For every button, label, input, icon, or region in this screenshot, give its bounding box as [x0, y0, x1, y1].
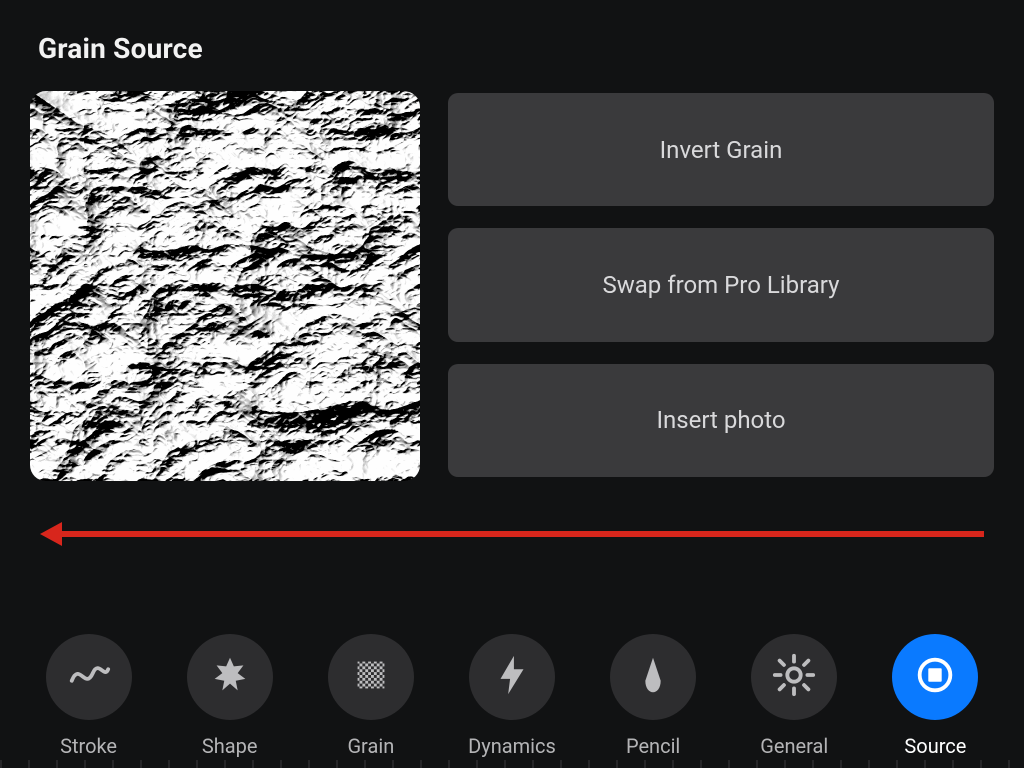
tab-label: Source [904, 734, 966, 758]
tab-source[interactable]: Source [880, 634, 990, 758]
tab-label: General [760, 734, 828, 758]
source-icon [912, 652, 958, 702]
tab-label: Shape [202, 734, 258, 758]
pencil-tip-icon [630, 652, 676, 702]
invert-grain-button[interactable]: Invert Grain [448, 93, 994, 206]
tab-label: Grain [347, 734, 394, 758]
tab-dynamics[interactable]: Dynamics [457, 634, 567, 758]
gear-icon [771, 652, 817, 702]
dynamics-icon [489, 652, 535, 702]
tab-label: Dynamics [468, 734, 556, 758]
tab-pencil[interactable]: Pencil [598, 634, 708, 758]
section-title: Grain Source [38, 32, 994, 65]
brush-studio-tab-bar: Stroke Shape [0, 634, 1024, 758]
tab-label: Pencil [626, 734, 680, 758]
insert-photo-button[interactable]: Insert photo [448, 364, 994, 477]
bottom-ruler [0, 760, 1024, 768]
tab-stroke[interactable]: Stroke [34, 634, 144, 758]
grain-preview-image[interactable] [30, 91, 420, 481]
grain-actions: Invert Grain Swap from Pro Library Inser… [448, 91, 994, 481]
tab-general[interactable]: General [739, 634, 849, 758]
annotation-arrow [40, 522, 984, 546]
tab-shape[interactable]: Shape [175, 634, 285, 758]
grain-source-panel: Grain Source Invert Grain Sw [0, 0, 1024, 768]
tab-grain[interactable]: Grain [316, 634, 426, 758]
tab-label: Stroke [60, 734, 117, 758]
grain-source-row: Invert Grain Swap from Pro Library Inser… [30, 91, 994, 481]
swap-library-button[interactable]: Swap from Pro Library [448, 228, 994, 341]
shape-icon [207, 652, 253, 702]
grain-icon [348, 652, 394, 702]
stroke-icon [66, 652, 112, 702]
